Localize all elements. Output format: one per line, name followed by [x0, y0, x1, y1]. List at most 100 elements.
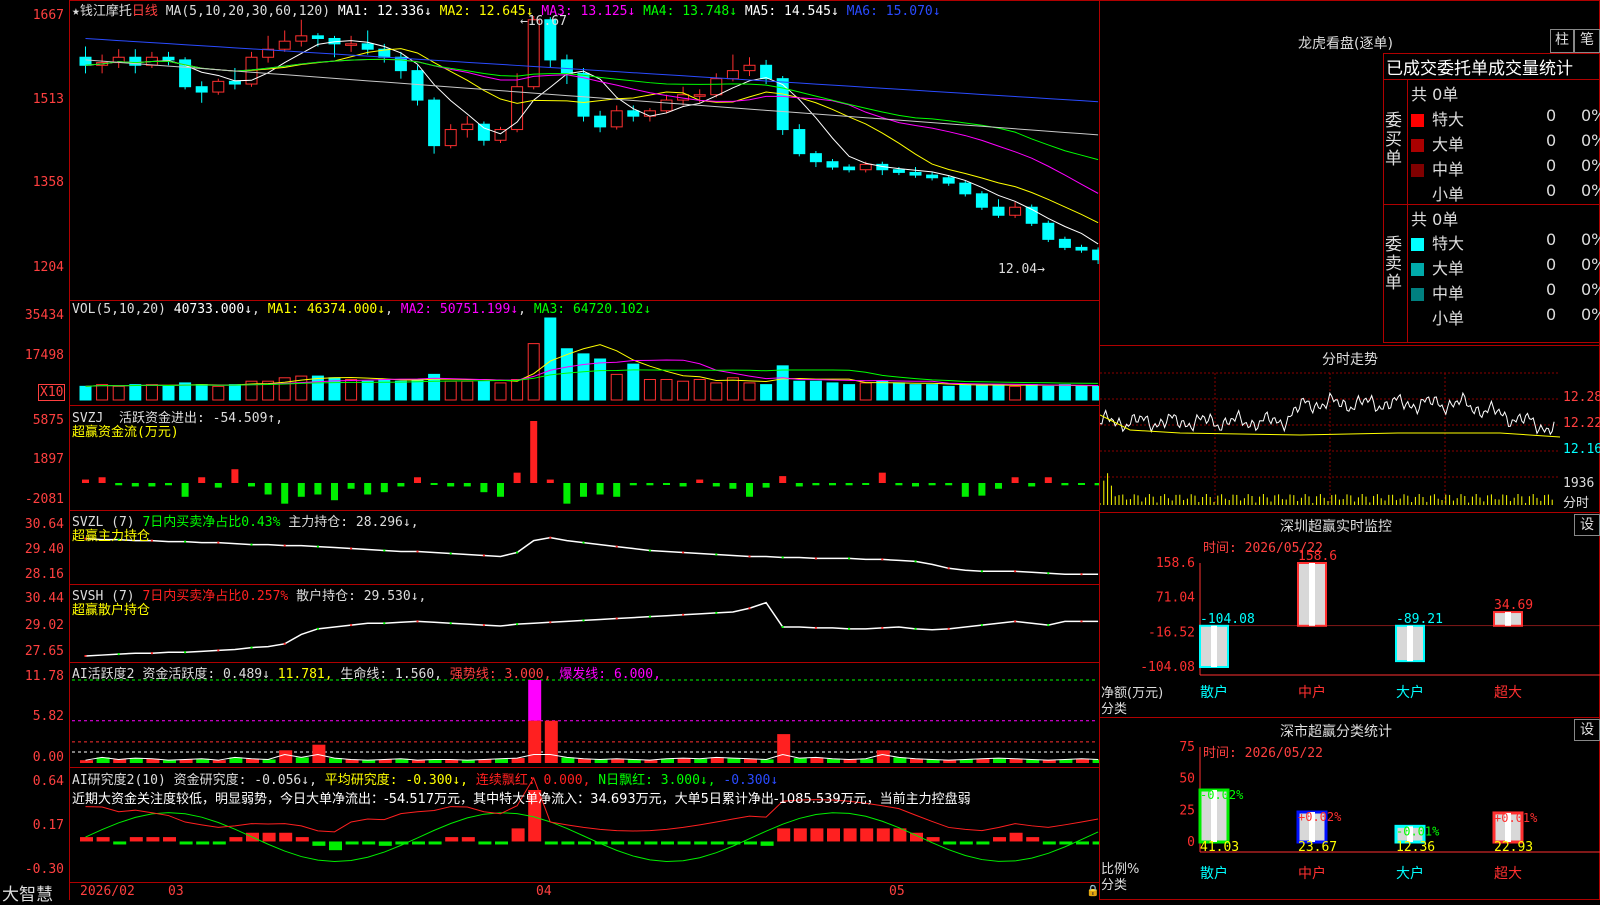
- volume-bar: [859, 382, 872, 401]
- volume-bar: [959, 384, 972, 401]
- candle-body: [726, 70, 739, 80]
- bar-view-button[interactable]: 柱: [1550, 29, 1574, 53]
- ai-research-bar: [1076, 841, 1089, 845]
- svsh-line-dot: [316, 627, 319, 630]
- candle-body: [975, 193, 988, 208]
- svzj-bar: [762, 483, 770, 488]
- buy-pct: 0%: [1581, 131, 1600, 150]
- ai-activity-value: 资金活跃度: 0.489↓: [142, 667, 270, 682]
- svzl-line-dot: [350, 547, 353, 550]
- svzj-bar: [961, 483, 969, 497]
- ai-research-bar: [279, 832, 293, 842]
- sell-row: 大单 0 0%: [1411, 255, 1600, 279]
- sz-value-label: -89.21: [1396, 612, 1443, 627]
- svzj-tick-1: 5875: [32, 413, 64, 428]
- volume-bar: [876, 380, 889, 401]
- buy-row: 中单 0 0%: [1411, 156, 1600, 180]
- svzj-bar: [364, 483, 372, 495]
- vol-ma2: MA2: 50751.199↓: [400, 302, 519, 317]
- volume-bar: [1042, 385, 1055, 401]
- svzj-bar: [331, 483, 338, 501]
- ai-research-bar: [196, 841, 210, 845]
- candle-body: [776, 78, 789, 131]
- candle-body: [212, 80, 225, 93]
- svzj-tick-3: -2081: [24, 492, 64, 507]
- svzj-bar: [629, 483, 637, 486]
- lock-icon[interactable]: 🔒: [1086, 884, 1100, 897]
- volume-bar: [677, 380, 690, 401]
- ai-research-bar: [345, 841, 359, 845]
- ma6-line: [85, 37, 1099, 103]
- svsh-line-dot: [1047, 624, 1050, 627]
- svsh-line-dot: [781, 625, 784, 628]
- volume-bar: [411, 379, 424, 401]
- period-label[interactable]: 日线: [132, 4, 158, 19]
- stat-divider-1: [1383, 79, 1600, 80]
- ai-activity-bar: [511, 758, 525, 763]
- ai-research-title: AI研究度2(10): [72, 773, 166, 788]
- svzl-tick-3: 28.16: [24, 567, 64, 582]
- vol-ma3: MA3: 64720.102↓: [533, 302, 652, 317]
- ma3-line: [85, 58, 1099, 194]
- ai-research-bar: [461, 837, 475, 842]
- ai-research-bar: [810, 828, 824, 842]
- svsh-line-dot: [516, 623, 519, 626]
- candle-body: [843, 166, 856, 171]
- svzj-bar: [563, 483, 571, 504]
- buy-color-swatch: [1411, 189, 1424, 202]
- svzj-bar: [530, 421, 538, 483]
- ai-activity-bar: [694, 758, 708, 763]
- svsh-tick-2: 29.02: [24, 618, 64, 633]
- buy-row: 特大 0 0%: [1411, 106, 1600, 130]
- ai-activity-peak: 11.781,: [277, 667, 333, 682]
- volume-bar: [809, 380, 822, 401]
- svzl-value: 主力持仓: 28.296↓,: [288, 515, 419, 530]
- ai-activity-tick-2: 5.82: [32, 709, 64, 724]
- svzj-bar: [613, 483, 621, 497]
- candle-body: [1058, 238, 1071, 248]
- ai-research-nday: N日飘红: 3.000↓,: [598, 773, 716, 788]
- ai-research-bar: [578, 841, 591, 845]
- ai-activity-bar: [777, 734, 791, 763]
- cls-tick: 75: [1179, 740, 1195, 755]
- buy-color-swatch: [1411, 114, 1424, 127]
- ai-research-bar: [262, 832, 276, 842]
- pen-view-button[interactable]: 笔: [1574, 29, 1600, 53]
- svzj-bar: [696, 479, 704, 483]
- sell-name: 中单: [1432, 284, 1465, 303]
- ai-research-bar: [1009, 832, 1023, 842]
- volume-bar: [776, 365, 789, 401]
- svsh-line-dot: [914, 627, 917, 630]
- sell-name: 特大: [1432, 234, 1465, 253]
- volume-bar: [594, 358, 607, 401]
- sz-bar-shine: [1309, 563, 1315, 626]
- svzj-bar: [663, 483, 670, 485]
- ai-research-bar: [661, 841, 674, 845]
- sell-side-label: 委卖单: [1385, 235, 1402, 293]
- svzj-bar: [646, 483, 654, 486]
- volume-bar: [278, 377, 291, 401]
- svzj-bar: [347, 483, 355, 489]
- favorite-star-icon[interactable]: ★: [72, 4, 80, 19]
- candle-body: [743, 64, 756, 72]
- candle-body: [760, 64, 773, 80]
- sz-category: 大户: [1396, 684, 1424, 701]
- stock-name: 钱江摩托: [79, 4, 132, 19]
- svsh-line-dot: [84, 655, 87, 657]
- ai-activity-bar: [760, 759, 774, 763]
- svzl-line-dot: [150, 539, 153, 542]
- svzj-bar: [829, 483, 836, 486]
- ai-activity-bar: [113, 759, 127, 763]
- sz-bar-shine: [1505, 612, 1511, 626]
- sell-name: 小单: [1432, 309, 1465, 328]
- svzl-line-dot: [781, 556, 784, 559]
- cls-category: 散户: [1200, 865, 1228, 882]
- buy-side-label: 委买单: [1385, 111, 1402, 169]
- volume-bar: [710, 382, 723, 401]
- buy-row: 小单 0 0%: [1411, 181, 1600, 205]
- volume-bar: [843, 384, 856, 401]
- ai-research-bar: [146, 837, 160, 842]
- ma6-label: MA6: 15.070↓: [846, 4, 941, 19]
- ai-research-bar: [959, 841, 973, 845]
- ai-research-header: AI研究度2(10) 资金研究度: -0.056↓, 平均研究度: -0.300…: [72, 769, 778, 788]
